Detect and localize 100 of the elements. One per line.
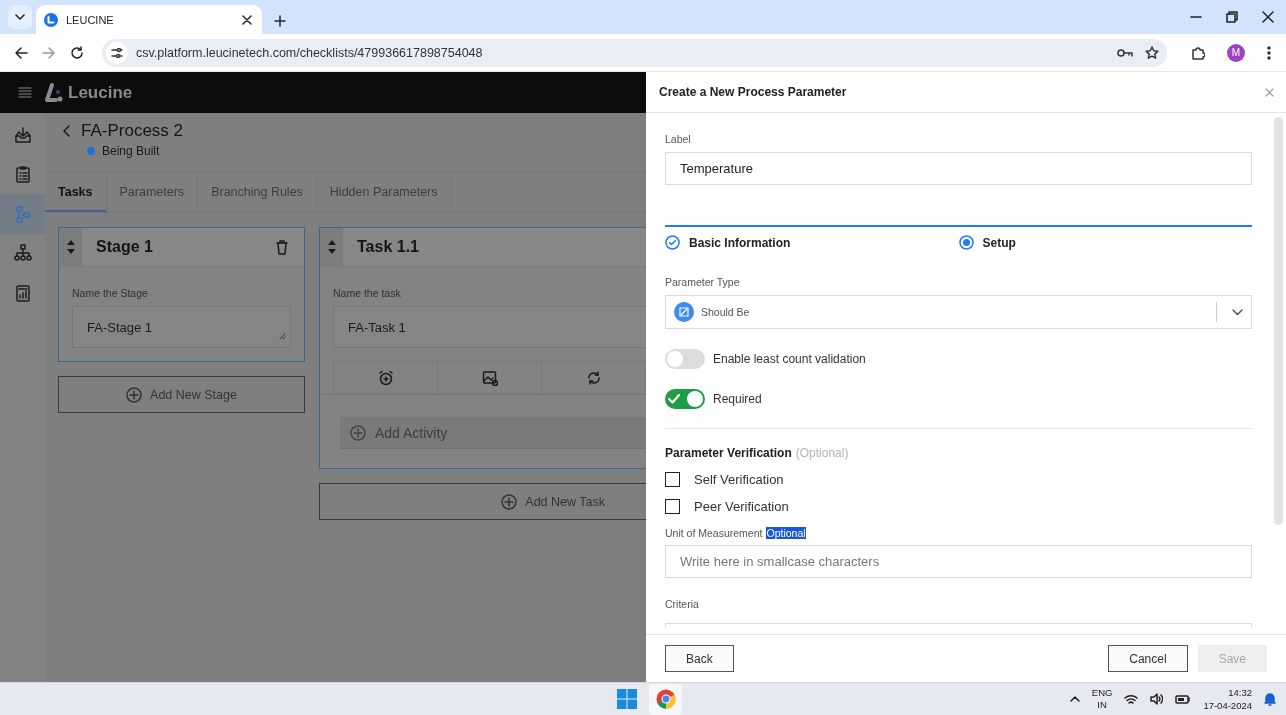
logo-text: Leucine bbox=[68, 82, 133, 103]
tab[interactable]: Tasks bbox=[45, 173, 107, 212]
field-label: Name the task bbox=[333, 287, 402, 299]
bell-icon[interactable] bbox=[1264, 692, 1276, 706]
flowchart-icon bbox=[13, 204, 32, 223]
field-label: Name the Stage bbox=[72, 287, 149, 299]
key-icon[interactable] bbox=[1117, 47, 1133, 58]
label-field[interactable]: Temperature bbox=[665, 152, 1252, 185]
caret-down-icon bbox=[327, 249, 336, 254]
field-label: Label bbox=[665, 133, 692, 145]
stage-title: Stage 1 bbox=[96, 238, 154, 256]
criteria-field[interactable] bbox=[665, 623, 1252, 627]
move-down-button[interactable] bbox=[66, 249, 75, 254]
close-tab-button[interactable] bbox=[242, 14, 252, 25]
battery-icon[interactable] bbox=[1175, 694, 1192, 704]
panel-title: Create a New Process Parameter bbox=[659, 85, 848, 99]
section-heading: Parameter Verification bbox=[665, 446, 792, 460]
stage-name-field[interactable]: FA-Stage 1 bbox=[72, 306, 291, 348]
browser-logo-icon bbox=[655, 689, 676, 709]
image-plus-icon bbox=[481, 369, 498, 386]
checkbox-label: Peer Verification bbox=[694, 499, 789, 514]
hierarchy-icon bbox=[13, 244, 32, 263]
back-button[interactable] bbox=[14, 45, 28, 60]
move-up-button[interactable] bbox=[327, 240, 336, 245]
forward-button[interactable] bbox=[42, 45, 56, 60]
clock[interactable]: 14:32 17-04-2024 bbox=[1203, 686, 1252, 712]
report-icon bbox=[13, 283, 32, 302]
task-title: Task 1.1 bbox=[357, 238, 420, 256]
menu-icon[interactable] bbox=[18, 87, 32, 98]
move-up-button[interactable] bbox=[66, 240, 75, 245]
tab-list-button[interactable] bbox=[8, 5, 32, 29]
speaker-icon[interactable] bbox=[1150, 693, 1164, 705]
task-name-field[interactable]: FA-Task 1 bbox=[333, 306, 646, 348]
logo-icon bbox=[44, 82, 64, 103]
add-task-button[interactable]: Add New Task bbox=[319, 483, 646, 520]
url-text: csv.platform.leucinetech.com/checklists/479936617898754048 bbox=[136, 45, 484, 60]
close-icon bbox=[242, 14, 252, 25]
browser-tab[interactable]: LEUCINE bbox=[36, 5, 262, 34]
plus-icon bbox=[274, 15, 286, 27]
arrow-left-icon bbox=[14, 45, 28, 60]
process-title: FA-Process 2 bbox=[81, 121, 184, 141]
reload-icon bbox=[70, 45, 84, 60]
scrollbar[interactable] bbox=[1274, 117, 1283, 525]
language-indicator[interactable]: ENG IN bbox=[1091, 687, 1113, 711]
close-button[interactable] bbox=[1262, 11, 1274, 23]
resize-grip-icon bbox=[279, 333, 286, 340]
plus-circle-icon bbox=[126, 386, 143, 403]
site-favicon-icon bbox=[44, 12, 58, 27]
delete-button[interactable] bbox=[276, 239, 288, 255]
chevron-left-icon bbox=[63, 125, 71, 137]
close-icon bbox=[1265, 87, 1274, 97]
add-stage-button[interactable]: Add New Stage bbox=[58, 376, 305, 413]
new-tab-button[interactable] bbox=[274, 15, 286, 27]
toggle-label: Enable least count validation bbox=[713, 352, 866, 366]
more-menu-icon[interactable] bbox=[1267, 45, 1271, 60]
profile-avatar[interactable]: M bbox=[1227, 43, 1245, 62]
site-settings-icon[interactable] bbox=[111, 47, 123, 58]
optional-note: (Optional) bbox=[795, 446, 849, 460]
windows-logo-icon bbox=[616, 689, 637, 709]
restore-icon bbox=[1226, 11, 1238, 23]
parameter-type-select[interactable]: Should Be bbox=[665, 295, 1252, 329]
unit-field[interactable]: Write here in smallcase characters bbox=[665, 545, 1252, 578]
arrow-right-icon bbox=[42, 45, 56, 60]
plus-circle-icon bbox=[501, 493, 518, 510]
taskbar-app[interactable] bbox=[649, 683, 682, 715]
toggle-switch[interactable] bbox=[665, 389, 705, 409]
trash-icon bbox=[276, 239, 288, 255]
star-icon[interactable] bbox=[1145, 45, 1159, 60]
caret-up-icon bbox=[66, 240, 75, 245]
footer-button[interactable]: Back bbox=[665, 645, 734, 672]
check-icon bbox=[667, 393, 681, 405]
chevron-up-icon[interactable] bbox=[1069, 696, 1080, 702]
checkbox[interactable] bbox=[665, 499, 680, 514]
puzzle-piece-icon[interactable] bbox=[1191, 45, 1205, 60]
clipboard-icon bbox=[13, 165, 32, 184]
field-label: Parameter Type bbox=[665, 276, 741, 288]
tab[interactable]: Hidden Parameters bbox=[316, 173, 452, 212]
reload-button[interactable] bbox=[70, 45, 84, 60]
toggle-switch[interactable] bbox=[665, 349, 705, 369]
status-text: Being Built bbox=[102, 144, 160, 158]
chevron-down-icon bbox=[15, 14, 25, 20]
restore-button[interactable] bbox=[1226, 11, 1238, 23]
stepper-step[interactable]: Setup bbox=[958, 235, 1252, 250]
toggle-label: Required bbox=[713, 392, 762, 406]
field-label: Criteria bbox=[665, 598, 700, 610]
caret-up-icon bbox=[327, 240, 336, 245]
tab-title: LEUCINE bbox=[66, 13, 115, 26]
field-label: Unit of Measurement bbox=[665, 527, 763, 539]
chevron-down-icon bbox=[1232, 308, 1243, 316]
tab[interactable]: Parameters bbox=[106, 173, 199, 212]
wifi-icon[interactable] bbox=[1124, 693, 1139, 705]
address-bar[interactable]: csv.platform.leucinetech.com/checklists/479936617898754048 bbox=[102, 38, 1167, 67]
checkbox-label: Self Verification bbox=[694, 472, 784, 487]
footer-button[interactable]: Cancel bbox=[1108, 645, 1188, 672]
move-down-button[interactable] bbox=[327, 249, 336, 254]
tab[interactable]: Branching Rules bbox=[198, 173, 317, 212]
checkbox[interactable] bbox=[665, 472, 680, 487]
stepper-step[interactable]: Basic Information bbox=[665, 235, 959, 250]
optional-tag: Optional bbox=[766, 527, 806, 539]
refresh-icon bbox=[585, 369, 602, 386]
